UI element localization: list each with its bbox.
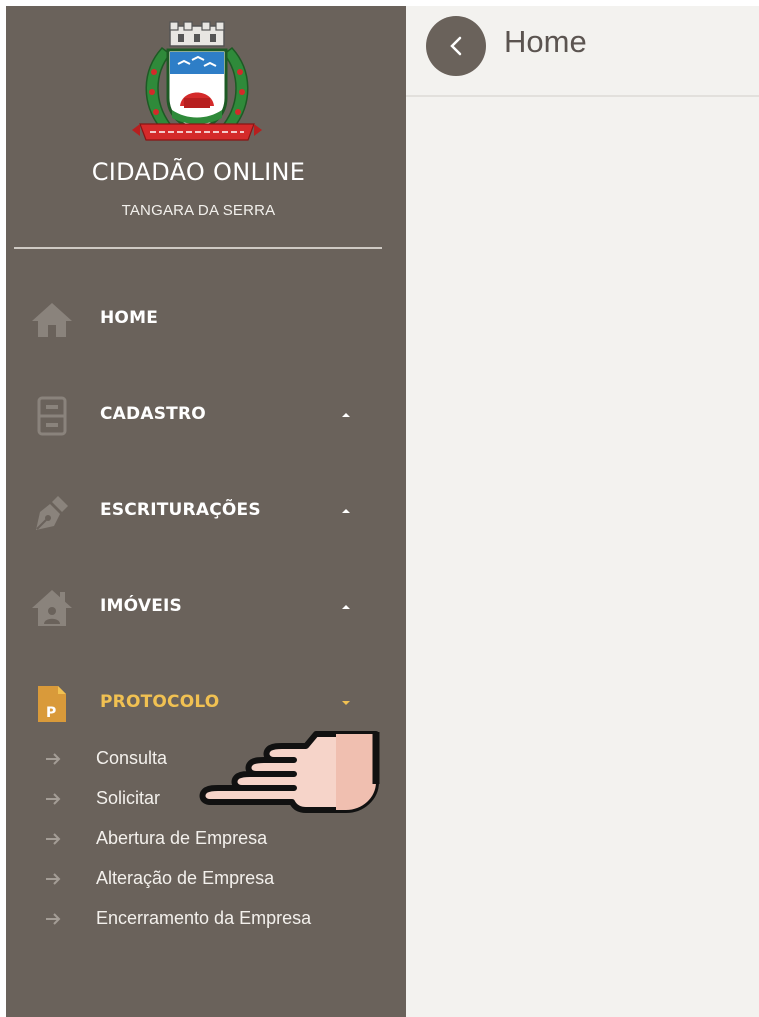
brand-subtitle: TANGARA DA SERRA (121, 202, 276, 219)
arrow-right-icon (46, 793, 61, 805)
chevron-left-icon (450, 36, 462, 56)
sidebar-item-label: ESCRITURAÇÕES (100, 500, 261, 520)
caret-up-icon (340, 602, 352, 612)
app-frame: CIDADÃO ONLINE TANGARA DA SERRA HOME CAD… (6, 6, 759, 1017)
sidebar-item-escrituracoes[interactable]: ESCRITURAÇÕES (6, 480, 406, 542)
sidebar-item-home[interactable]: HOME (6, 288, 406, 350)
arrow-right-icon (46, 873, 61, 885)
house-user-icon (30, 588, 74, 628)
file-cabinet-icon (30, 396, 74, 436)
sidebar: CIDADÃO ONLINE TANGARA DA SERRA HOME CAD… (6, 6, 406, 1017)
arrow-right-icon (46, 753, 61, 765)
submenu-item-alteracao-de-empresa[interactable]: Alteração de Empresa (6, 862, 406, 896)
submenu-item-label: Consulta (96, 748, 168, 768)
back-button[interactable] (426, 16, 486, 76)
page-title: Home (504, 24, 587, 59)
home-icon (30, 300, 74, 340)
city-coat-of-arms-logo (132, 21, 262, 141)
brand-title: CIDADÃO ONLINE (91, 158, 306, 186)
submenu-item-label: Encerramento da Empresa (96, 908, 312, 928)
caret-up-icon (340, 410, 352, 420)
top-bar: Home (406, 6, 759, 97)
sidebar-item-label: PROTOCOLO (100, 692, 220, 712)
sidebar-item-label: IMÓVEIS (100, 596, 182, 616)
main-content: Home (406, 6, 759, 1017)
sidebar-item-label: CADASTRO (100, 404, 206, 424)
submenu-item-label: Abertura de Empresa (96, 828, 268, 848)
pen-nib-icon (30, 492, 74, 532)
sidebar-divider (14, 247, 382, 249)
protocol-icon-letter: P (46, 705, 56, 721)
submenu-item-label: Solicitar (96, 788, 161, 808)
submenu-item-encerramento-da-empresa[interactable]: Encerramento da Empresa (6, 902, 406, 936)
arrow-right-icon (46, 913, 61, 925)
submenu-item-abertura-de-empresa[interactable]: Abertura de Empresa (6, 822, 406, 856)
pointing-hand-cursor-icon (199, 731, 380, 813)
arrow-right-icon (46, 833, 61, 845)
caret-down-icon (340, 698, 352, 708)
sidebar-item-label: HOME (100, 308, 159, 328)
protocol-document-icon: P (30, 684, 74, 724)
caret-up-icon (340, 506, 352, 516)
submenu-item-label: Alteração de Empresa (96, 868, 275, 888)
sidebar-item-cadastro[interactable]: CADASTRO (6, 384, 406, 446)
sidebar-item-imoveis[interactable]: IMÓVEIS (6, 576, 406, 638)
